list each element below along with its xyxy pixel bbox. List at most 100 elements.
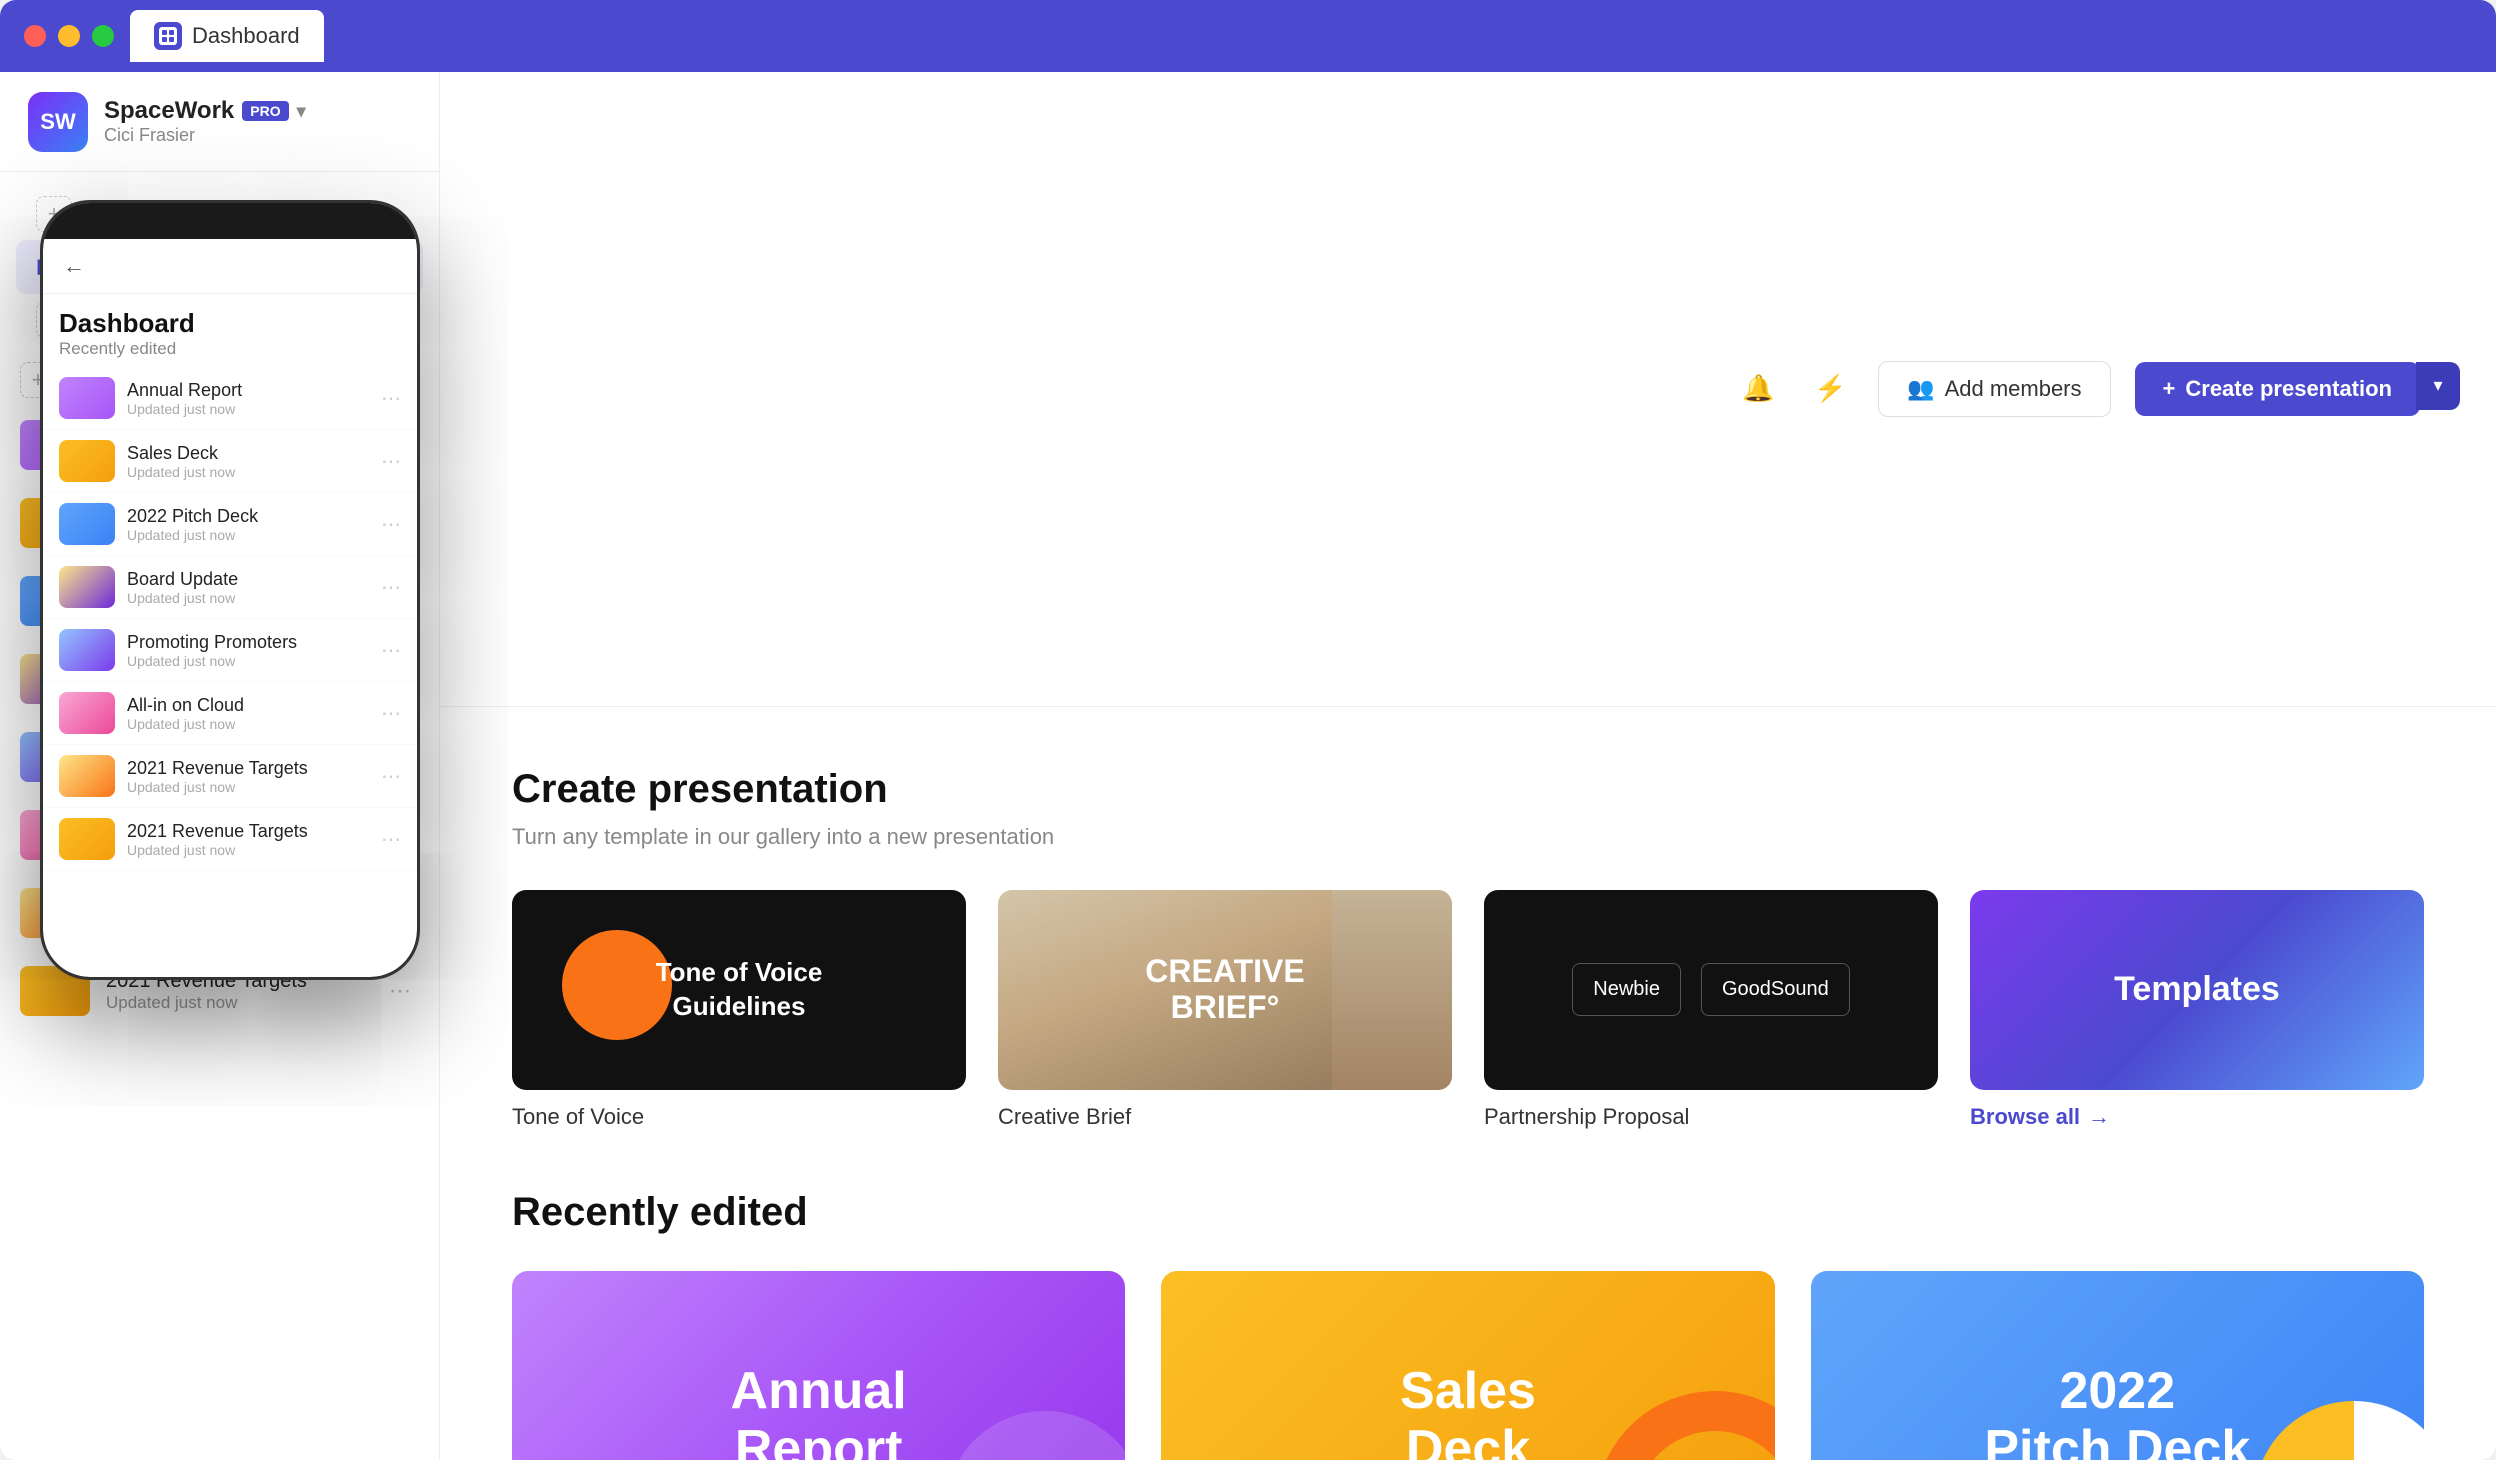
item-info: 2022 Pitch Deck Updated just now [106,580,365,623]
template-name-pp: Partnership Proposal [1484,1104,1938,1130]
item-thumb-sales [20,498,90,548]
app-info: SpaceWork PRO ▾ Cici Frasier [104,97,411,146]
template-thumb-templates: Templates [1970,890,2424,1090]
list-item[interactable]: Board Update Updated just now ⋯ [0,640,439,718]
item-thumb-cloud [20,810,90,860]
add-nav-button[interactable]: + [36,196,72,232]
item-info: 2021 Revenue Targets Updated just now [106,892,365,935]
item-name: Promoting Promoters [106,736,365,759]
app-chevron-icon[interactable]: ▾ [297,101,306,122]
item-thumb-board [20,654,90,704]
recent-card-sales[interactable]: SalesDeck Sales Deck In Sales, Updated 3… [1161,1271,1774,1460]
app-user: Cici Frasier [104,125,411,146]
ar-text: AnnualReport [731,1363,907,1460]
list-item[interactable]: Promoting Promoters Updated just now ⋯ [0,718,439,796]
template-grid: Tone of VoiceGuidelines Tone of Voice [512,890,2424,1130]
item-menu-icon[interactable]: ⋯ [381,662,419,696]
grid-icon: ⊞ [36,254,54,280]
recent-thumb-pitch: 2022Pitch Deck [1811,1271,2424,1460]
active-tab[interactable]: Dashboard [130,10,324,62]
nav-section: + ⊞ Dashboard + [0,172,439,354]
create-section-title: Create presentation [512,767,2424,812]
template-name-tov: Tone of Voice [512,1104,966,1130]
recent-thumb-sales: SalesDeck [1161,1271,1774,1460]
item-menu-icon[interactable]: ⋯ [381,428,419,462]
sidebar: SW SpaceWork PRO ▾ Cici Frasier + ⊞ Dash… [0,72,440,1460]
item-thumb-typo [20,966,90,1016]
list-item[interactable]: 2021 Revenue Targets Updated just now ⋯ [0,952,439,1030]
minimize-btn[interactable] [58,25,80,47]
browse-all-link[interactable]: Browse all → [1970,1104,2424,1130]
create-section-subtitle: Turn any template in our gallery into a … [512,824,2424,850]
item-info: 2021 Revenue Targets Updated just now [106,970,365,1013]
chevron-down-icon: ▾ [2433,375,2442,396]
recent-grid: AnnualReport Annual Report In Company, U… [512,1271,2424,1460]
item-menu-icon[interactable]: ⋯ [381,506,419,540]
template-thumb-cb: CREATIVEBRIEF° [998,890,1452,1090]
template-card-pp[interactable]: Newbie GoodSound Partnership Proposal [1484,890,1938,1130]
app-header: SW SpaceWork PRO ▾ Cici Frasier [0,72,439,172]
item-name: Annual Report [106,424,365,447]
templates-text: Templates [2114,970,2280,1009]
list-item[interactable]: Sales Deck Updated just now ⋯ [0,484,439,562]
list-item[interactable]: 2022 Pitch Deck Updated just now ⋯ [0,562,439,640]
item-name: 2022 Pitch Deck [106,580,365,603]
close-btn[interactable] [24,25,46,47]
list-item[interactable]: All-in on Cloud Updated just now ⋯ [0,796,439,874]
sd-text: SalesDeck [1400,1363,1536,1460]
maximize-btn[interactable] [92,25,114,47]
add-section-button[interactable]: + [36,302,72,338]
item-info: All-in on Cloud Updated just now [106,814,365,857]
cb-text: CREATIVEBRIEF° [1145,954,1304,1024]
item-menu-icon[interactable]: ⋯ [381,818,419,852]
lightning-button[interactable]: ⚡ [1806,365,1854,413]
pp-box1: Newbie [1572,963,1681,1016]
item-info: Promoting Promoters Updated just now [106,736,365,779]
item-menu-icon[interactable]: ⋯ [381,584,419,618]
tab-icon [154,22,182,50]
template-card-tov[interactable]: Tone of VoiceGuidelines Tone of Voice [512,890,966,1130]
recently-edited-title: Recently edited [512,1190,2424,1235]
pp-box2: GoodSound [1701,963,1850,1016]
template-card-cb[interactable]: CREATIVEBRIEF° Creative Brief [998,890,1452,1130]
item-thumb-revenue [20,888,90,938]
create-dropdown-button[interactable]: ▾ [2416,362,2460,410]
item-meta: Updated just now [106,681,365,701]
notifications-button[interactable]: 🔔 [1734,365,1782,413]
item-name: All-in on Cloud [106,814,365,837]
app-name: SpaceWork PRO ▾ [104,97,411,125]
item-meta: Updated just now [106,447,365,467]
template-card-browse[interactable]: Templates Browse all → [1970,890,2424,1130]
recent-thumb-annual: AnnualReport [512,1271,1125,1460]
item-menu-icon[interactable]: ⋯ [381,974,419,1008]
item-meta: Updated just now [106,915,365,935]
item-thumb-promoting [20,732,90,782]
app-logo: SW [28,92,88,152]
add-members-button[interactable]: 👥 Add members [1878,361,2110,417]
item-name: 2021 Revenue Targets [106,892,365,915]
list-item[interactable]: Annual Report Updated just now ⋯ [0,406,439,484]
recent-card-annual[interactable]: AnnualReport Annual Report In Company, U… [512,1271,1125,1460]
item-menu-icon[interactable]: ⋯ [381,896,419,930]
add-item-button[interactable]: + [20,362,56,398]
traffic-lights [24,25,114,47]
item-thumb-annual [20,420,90,470]
item-name: Sales Deck [106,502,365,525]
main-area: SW SpaceWork PRO ▾ Cici Frasier + ⊞ Dash… [0,72,2496,1460]
bell-icon: 🔔 [1742,373,1774,404]
template-name-cb: Creative Brief [998,1104,1452,1130]
pd-text: 2022Pitch Deck [1984,1363,2250,1460]
item-meta: Updated just now [106,603,365,623]
list-item[interactable]: 2021 Revenue Targets Updated just now ⋯ [0,874,439,952]
tab-label: Dashboard [192,23,300,49]
sidebar-list: + Annual Report Updated just now ⋯ Sales… [0,354,439,1460]
recent-card-pitch[interactable]: 2022Pitch Deck Pitch Deck In Company, Up… [1811,1271,2424,1460]
browser-chrome: Dashboard SW SpaceWork PRO ▾ Cici Frasie… [0,0,2496,1460]
item-info: Sales Deck Updated just now [106,502,365,545]
sidebar-item-dashboard[interactable]: ⊞ Dashboard [16,240,423,294]
header-actions: 🔔 ⚡ 👥 Add members + Create presentation … [440,72,2496,707]
item-menu-icon[interactable]: ⋯ [381,740,419,774]
lightning-icon: ⚡ [1814,373,1846,404]
create-presentation-button[interactable]: + Create presentation [2135,362,2420,416]
item-info: Board Update Updated just now [106,658,365,701]
